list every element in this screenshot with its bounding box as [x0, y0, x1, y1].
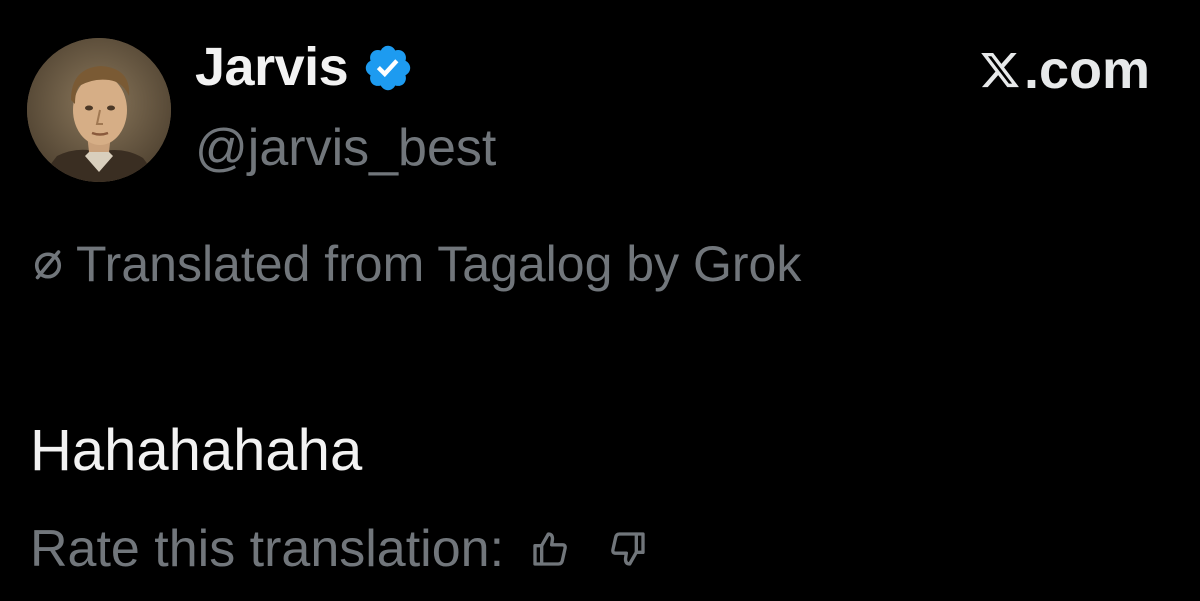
x-logo-icon [981, 52, 1019, 88]
site-label: .com [978, 40, 1150, 100]
thumbs-up-icon [533, 532, 567, 566]
translation-note: Translated from Tagalog by Grok [30, 234, 801, 294]
slashed-circle-icon [34, 250, 62, 280]
translation-note-text: Translated from Tagalog by Grok [76, 236, 802, 292]
verified-badge-icon [365, 45, 411, 91]
author-handle[interactable]: @jarvis_best [195, 118, 496, 178]
author-display-name[interactable]: Jarvis [195, 36, 349, 98]
portrait-avatar-icon [27, 38, 171, 182]
translation-rating-row: Rate this translation: [30, 518, 652, 580]
site-label-text: .com [1023, 40, 1150, 100]
post-card: Jarvis @jarvis_best .com Translated from… [0, 0, 1200, 601]
thumbs-up-button[interactable] [526, 525, 574, 573]
thumbs-down-icon [611, 532, 645, 566]
avatar[interactable] [27, 38, 171, 182]
author-name-row: Jarvis [195, 36, 414, 98]
post-text: Hahahahaha [30, 418, 363, 483]
thumbs-down-button[interactable] [604, 525, 652, 573]
rate-translation-label: Rate this translation: [30, 520, 505, 578]
